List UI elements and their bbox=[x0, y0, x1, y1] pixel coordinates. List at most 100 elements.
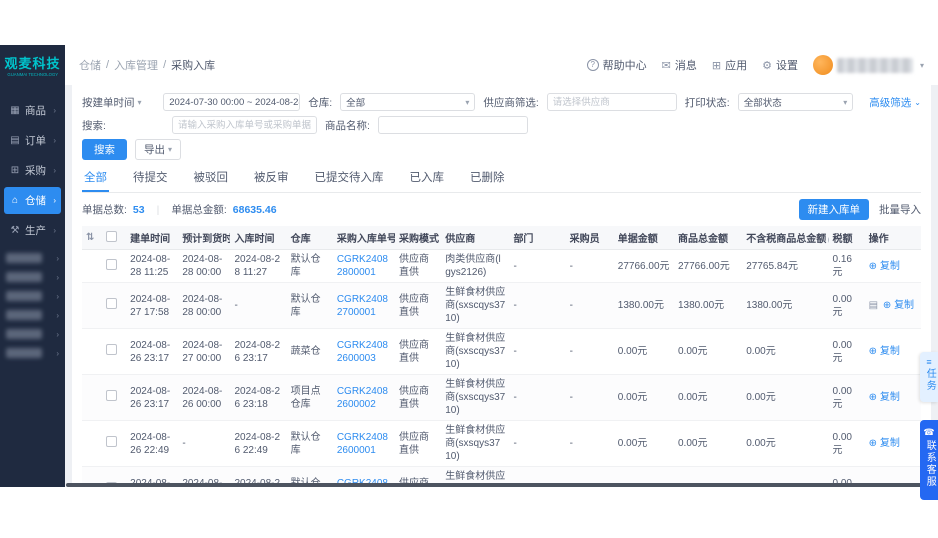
print-icon[interactable]: ▤ bbox=[869, 300, 878, 311]
cell-goods-amount: 0.00元 bbox=[674, 421, 742, 467]
supplier-filter-label: 供应商筛选: bbox=[483, 95, 538, 110]
cell-expand bbox=[82, 329, 102, 375]
product-name-input[interactable] bbox=[378, 116, 528, 134]
table-row: 2024-08-26 23:17 2024-08-26 00:00 2024-0… bbox=[82, 375, 921, 421]
sidebar-item-warehouse[interactable]: ⌂ 仓储 › bbox=[4, 187, 61, 214]
order-number-link[interactable]: CGRK24082600003 bbox=[337, 340, 388, 364]
cell-actions: ▤ ⊕ 复制 bbox=[865, 375, 921, 421]
tab-rejected[interactable]: 被驳回 bbox=[192, 165, 231, 192]
cell-supplier: 生鲜食材供应商(sxsqys3710) bbox=[441, 421, 509, 467]
sidebar-item-purchasing[interactable]: ⊞ 采购 › bbox=[4, 157, 61, 184]
chevron-right-icon: › bbox=[56, 273, 59, 282]
help-center-button[interactable]: ? 帮助中心 bbox=[587, 57, 647, 73]
sidebar-item-blurred[interactable]: › bbox=[6, 253, 59, 263]
tab-pending-submit[interactable]: 待提交 bbox=[131, 165, 170, 192]
cell-supplier: 肉类供应商(lgys2126) bbox=[441, 250, 509, 283]
contact-support-button[interactable]: ☎ 联系客服 bbox=[920, 420, 938, 500]
settings-button[interactable]: ⚙ 设置 bbox=[762, 57, 798, 73]
supplier-filter-input[interactable] bbox=[547, 93, 677, 111]
date-range-value: 2024-07-30 00:00 ~ 2024-08-28 24:00 bbox=[169, 97, 300, 108]
order-number-link[interactable]: CGRK24082700001 bbox=[337, 294, 388, 318]
cell-actions: ▤ ⊕ 复制 bbox=[865, 467, 921, 484]
col-warehouse: 仓库 bbox=[287, 226, 333, 250]
sidebar-item-label: 商品 bbox=[25, 103, 46, 118]
sidebar-item-production[interactable]: ⚒ 生产 › bbox=[4, 217, 61, 244]
print-status-select[interactable]: 全部状态 ▾ bbox=[738, 93, 854, 111]
cell-expected-time: 2024-08-28 00:00 bbox=[178, 250, 230, 283]
search-button[interactable]: 搜索 bbox=[82, 139, 127, 160]
user-menu[interactable]: ▾ bbox=[813, 55, 924, 75]
copy-button[interactable]: ⊕ 复制 bbox=[883, 300, 914, 311]
table-header-row: ⇅ 建单时间 预计到货时间 入库时间 仓库 采购入库单号 采购模式 供应商 bbox=[82, 226, 921, 250]
export-button[interactable]: 导出 ▾ bbox=[135, 139, 181, 160]
sidebar-item-blurred[interactable]: › bbox=[6, 310, 59, 320]
cell-buyer: - bbox=[566, 375, 614, 421]
cell-created-time: 2024-08-25 18:26 bbox=[126, 467, 178, 484]
date-range-input[interactable]: 2024-07-30 00:00 ~ 2024-08-28 24:00 ▦ bbox=[163, 93, 300, 111]
cell-created-time: 2024-08-28 11:25 bbox=[126, 250, 178, 283]
cell-purchase-mode: 供应商直供 bbox=[395, 421, 441, 467]
row-checkbox[interactable] bbox=[106, 344, 117, 355]
copy-button[interactable]: ⊕ 复制 bbox=[869, 261, 900, 272]
row-checkbox[interactable] bbox=[106, 298, 117, 309]
row-checkbox[interactable] bbox=[106, 390, 117, 401]
apps-button[interactable]: ⊞ 应用 bbox=[712, 57, 747, 73]
cell-actions: ▤ ⊕ 复制 bbox=[865, 283, 921, 329]
help-label: 帮助中心 bbox=[603, 57, 647, 73]
tab-all[interactable]: 全部 bbox=[82, 165, 109, 192]
doc-count-value: 53 bbox=[133, 204, 145, 216]
tab-submitted-awaiting[interactable]: 已提交待入库 bbox=[313, 165, 386, 192]
cell-warehouse: 项目点仓库 bbox=[287, 375, 333, 421]
sidebar-item-blurred[interactable]: › bbox=[6, 329, 59, 339]
cell-purchase-mode: 供应商直供 bbox=[395, 375, 441, 421]
horizontal-scrollbar[interactable] bbox=[66, 483, 934, 487]
copy-button[interactable]: ⊕ 复制 bbox=[869, 346, 900, 357]
breadcrumb-item[interactable]: 仓储 bbox=[79, 57, 101, 73]
sidebar-item-blurred[interactable]: › bbox=[6, 348, 59, 358]
time-field-select[interactable]: 按建单时间 ▾ bbox=[82, 95, 155, 110]
topbar-actions: ? 帮助中心 ✉ 消息 ⊞ 应用 ⚙ 设置 bbox=[587, 55, 924, 75]
orders-table: ⇅ 建单时间 预计到货时间 入库时间 仓库 采购入库单号 采购模式 供应商 bbox=[82, 226, 921, 483]
task-panel-button[interactable]: ≡ 任务 bbox=[920, 352, 938, 402]
row-checkbox[interactable] bbox=[106, 436, 117, 447]
blurred-label bbox=[6, 348, 42, 358]
cell-warehouse: 默认仓库 bbox=[287, 421, 333, 467]
table-row: 2024-08-26 23:17 2024-08-27 00:00 2024-0… bbox=[82, 329, 921, 375]
search-input[interactable] bbox=[172, 116, 317, 134]
cell-doc-amount: 27766.00元 bbox=[614, 250, 674, 283]
chevron-right-icon: › bbox=[56, 254, 59, 263]
order-number-link[interactable]: CGRK24082600002 bbox=[337, 386, 388, 410]
order-number-link[interactable]: CGRK24082600001 bbox=[337, 432, 388, 456]
tab-review-reversed[interactable]: 被反审 bbox=[252, 165, 291, 192]
breadcrumb-item[interactable]: 入库管理 bbox=[114, 57, 158, 73]
cell-inbound-time: 2024-08-25 18:26 bbox=[230, 467, 286, 484]
cell-notax-amount: 0.00元 bbox=[742, 375, 828, 421]
col-goods-amount: 商品总金额 bbox=[674, 226, 742, 250]
copy-button[interactable]: ⊕ 复制 bbox=[869, 392, 900, 403]
sidebar-item-orders[interactable]: ▤ 订单 › bbox=[4, 127, 61, 154]
messages-button[interactable]: ✉ 消息 bbox=[662, 57, 697, 73]
sidebar-item-blurred[interactable]: › bbox=[6, 291, 59, 301]
warehouse-value: 全部 bbox=[346, 95, 365, 109]
sidebar-nav: ▦ 商品 › ▤ 订单 › ⊞ 采购 › ⌂ 仓储 › bbox=[0, 94, 65, 367]
batch-import-button[interactable]: 批量导入 bbox=[879, 202, 921, 217]
copy-button[interactable]: ⊕ 复制 bbox=[869, 438, 900, 449]
cell-notax-amount: 0.00元 bbox=[742, 421, 828, 467]
row-checkbox[interactable] bbox=[106, 259, 117, 270]
advanced-filter-link[interactable]: 高级筛选 ⌄ bbox=[869, 95, 921, 110]
sidebar-item-blurred[interactable]: › bbox=[6, 272, 59, 282]
print-status-label: 打印状态: bbox=[685, 95, 730, 110]
sidebar-item-label: 生产 bbox=[25, 223, 46, 238]
order-number-link[interactable]: CGRK24082800001 bbox=[337, 254, 388, 278]
tab-deleted[interactable]: 已删除 bbox=[468, 165, 507, 192]
select-all-checkbox[interactable] bbox=[106, 231, 117, 242]
new-inbound-order-button[interactable]: 新建入库单 bbox=[799, 199, 870, 220]
warehouse-select[interactable]: 全部 ▾ bbox=[340, 93, 475, 111]
expand-all-icon[interactable]: ⇅ bbox=[86, 232, 94, 243]
sidebar-item-products[interactable]: ▦ 商品 › bbox=[4, 97, 61, 124]
cell-buyer: - bbox=[566, 250, 614, 283]
sidebar-item-label: 采购 bbox=[25, 163, 46, 178]
cell-goods-amount: 0.00元 bbox=[674, 467, 742, 484]
filter-row-2: 搜索: 商品名称: bbox=[82, 116, 921, 134]
tab-inbound-done[interactable]: 已入库 bbox=[408, 165, 447, 192]
